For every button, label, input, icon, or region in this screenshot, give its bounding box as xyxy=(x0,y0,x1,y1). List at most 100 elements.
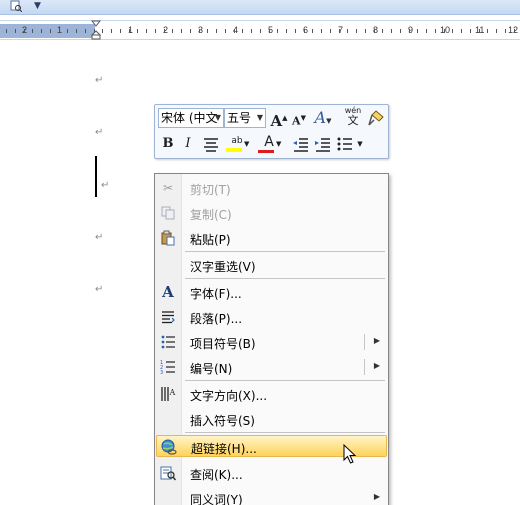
menu-item-insert-symbol[interactable]: 插入符号(S) xyxy=(156,408,387,430)
font-name-combo[interactable]: 宋体 (中文 ▼ xyxy=(158,108,224,128)
paragraph-mark: ↵ xyxy=(95,75,104,86)
ruler-tick xyxy=(487,29,488,33)
increase-indent-icon[interactable] xyxy=(313,134,333,154)
ruler-tick xyxy=(347,29,348,33)
copy-icon xyxy=(161,206,175,220)
ruler-tick xyxy=(400,29,401,33)
chevron-down-icon[interactable]: ▼ xyxy=(215,109,221,127)
paragraph-mark: ↵ xyxy=(95,127,104,138)
ruler-number: 12 xyxy=(508,25,519,35)
ruler-tick xyxy=(172,29,173,33)
chevron-down-icon[interactable]: ▼ xyxy=(276,136,281,152)
ruler-tick xyxy=(181,29,182,33)
ruler-tick xyxy=(6,29,7,33)
chevron-right-icon[interactable]: ▶ xyxy=(374,361,380,370)
ruler-tick xyxy=(216,29,217,33)
bold-button[interactable]: B xyxy=(158,134,178,154)
font-name-value: 宋体 (中文 xyxy=(161,111,218,125)
ruler-tick xyxy=(155,29,156,33)
chevron-right-icon[interactable]: ▶ xyxy=(374,336,380,345)
font-size-value: 五号 xyxy=(227,111,252,125)
bullets-icon[interactable] xyxy=(335,134,355,154)
menu-item-synonyms[interactable]: 同义词(Y) ▶ xyxy=(156,487,387,505)
numbering-icon: 1 2 3 xyxy=(160,360,175,375)
svg-text:3: 3 xyxy=(160,370,163,375)
italic-button[interactable]: I xyxy=(178,134,198,154)
ruler-tick xyxy=(417,29,418,33)
menu-item-font[interactable]: A 字体(F)... xyxy=(156,281,387,303)
ruler-tick xyxy=(479,29,480,33)
submenu-divider xyxy=(364,359,365,375)
ruler-tick xyxy=(452,29,453,33)
chevron-right-icon[interactable]: ▶ xyxy=(374,492,380,501)
menu-item-label: 超链接(H)... xyxy=(191,442,257,456)
ruler-tick xyxy=(321,29,322,33)
menu-separator xyxy=(185,380,385,381)
menu-item-label: 查阅(K)... xyxy=(190,468,243,482)
ruler-tick xyxy=(260,29,261,33)
ruler-tick xyxy=(59,29,60,33)
ruler-tick xyxy=(207,29,208,33)
ruler-tick xyxy=(356,29,357,33)
menu-item-reconvert[interactable]: 汉字重选(V) xyxy=(156,254,387,276)
menu-separator xyxy=(185,278,385,279)
scissors-icon: ✂ xyxy=(162,181,174,195)
print-preview-icon[interactable] xyxy=(10,0,22,12)
ruler-tick xyxy=(242,29,243,33)
grow-font-button[interactable]: A▲ xyxy=(269,108,289,130)
ruler-tick xyxy=(137,29,138,33)
submenu-divider xyxy=(364,334,365,350)
ruler-tick xyxy=(277,29,278,33)
bold-icon: B xyxy=(162,136,174,151)
customize-toolbar-chevron-icon[interactable]: ▼ xyxy=(34,1,41,11)
ruler-tick xyxy=(50,29,51,33)
menu-item-numbering[interactable]: 1 2 3 编号(N) ▶ xyxy=(156,356,387,378)
ruler-tick xyxy=(41,29,42,33)
highlight-button[interactable]: ab ▼ xyxy=(223,134,251,154)
ruler-tick xyxy=(470,29,471,33)
highlight-color-bar xyxy=(226,148,242,152)
indent-marker-icon[interactable] xyxy=(91,20,101,40)
styles-button[interactable]: A▼ xyxy=(313,108,333,128)
ruler-tick xyxy=(67,29,68,33)
font-size-combo[interactable]: 五号 ▼ xyxy=(224,108,266,128)
horizontal-ruler[interactable]: 2 1 1 2 3 4 5 6 7 8 9 10 11 12 xyxy=(0,20,520,40)
menu-item-copy[interactable]: 复制(C) xyxy=(156,202,387,224)
ruler-tick xyxy=(312,29,313,33)
ruler-tick xyxy=(435,29,436,33)
text-caret xyxy=(95,156,97,197)
phonetic-guide-button[interactable]: wén 文 xyxy=(342,106,364,128)
font-color-button[interactable]: A ▼ xyxy=(255,134,283,154)
chevron-down-icon[interactable]: ▼ xyxy=(244,137,249,151)
paragraph-icon xyxy=(162,311,175,324)
ruler-tick xyxy=(444,29,445,33)
menu-item-label: 同义词(Y) xyxy=(190,493,243,505)
shrink-font-button[interactable]: A▼ xyxy=(289,108,309,128)
ruler-tick xyxy=(330,29,331,33)
ruler-tick xyxy=(365,29,366,33)
ruler-tick xyxy=(15,29,16,33)
menu-item-label: 汉字重选(V) xyxy=(190,260,256,274)
mouse-pointer-icon xyxy=(343,444,357,464)
bullets-icon xyxy=(161,335,175,349)
menu-item-text-direction[interactable]: A 文字方向(X)... xyxy=(156,383,387,405)
ruler-tick xyxy=(24,29,25,33)
chevron-down-icon[interactable]: ▼ xyxy=(355,134,365,154)
menu-item-label: 项目符号(B) xyxy=(190,337,256,351)
ruler-tick xyxy=(505,29,506,33)
menu-item-paragraph[interactable]: 段落(P)... xyxy=(156,306,387,328)
menu-item-paste[interactable]: 粘贴(P) xyxy=(156,227,387,249)
chevron-down-icon[interactable]: ▼ xyxy=(257,109,263,127)
font-color-bar xyxy=(258,150,274,153)
ruler-tick xyxy=(391,29,392,33)
ruler-tick xyxy=(111,29,112,33)
format-painter-icon[interactable] xyxy=(366,108,386,128)
align-center-icon[interactable] xyxy=(201,134,221,154)
ruler-tick xyxy=(382,29,383,33)
ruler-tick xyxy=(339,29,340,33)
paragraph-mark: ↵ xyxy=(101,180,110,191)
decrease-indent-icon[interactable] xyxy=(291,134,311,154)
menu-item-label: 文字方向(X)... xyxy=(190,389,268,403)
menu-item-cut[interactable]: ✂ 剪切(T) xyxy=(156,177,387,199)
menu-item-bullets[interactable]: 项目符号(B) ▶ xyxy=(156,331,387,353)
